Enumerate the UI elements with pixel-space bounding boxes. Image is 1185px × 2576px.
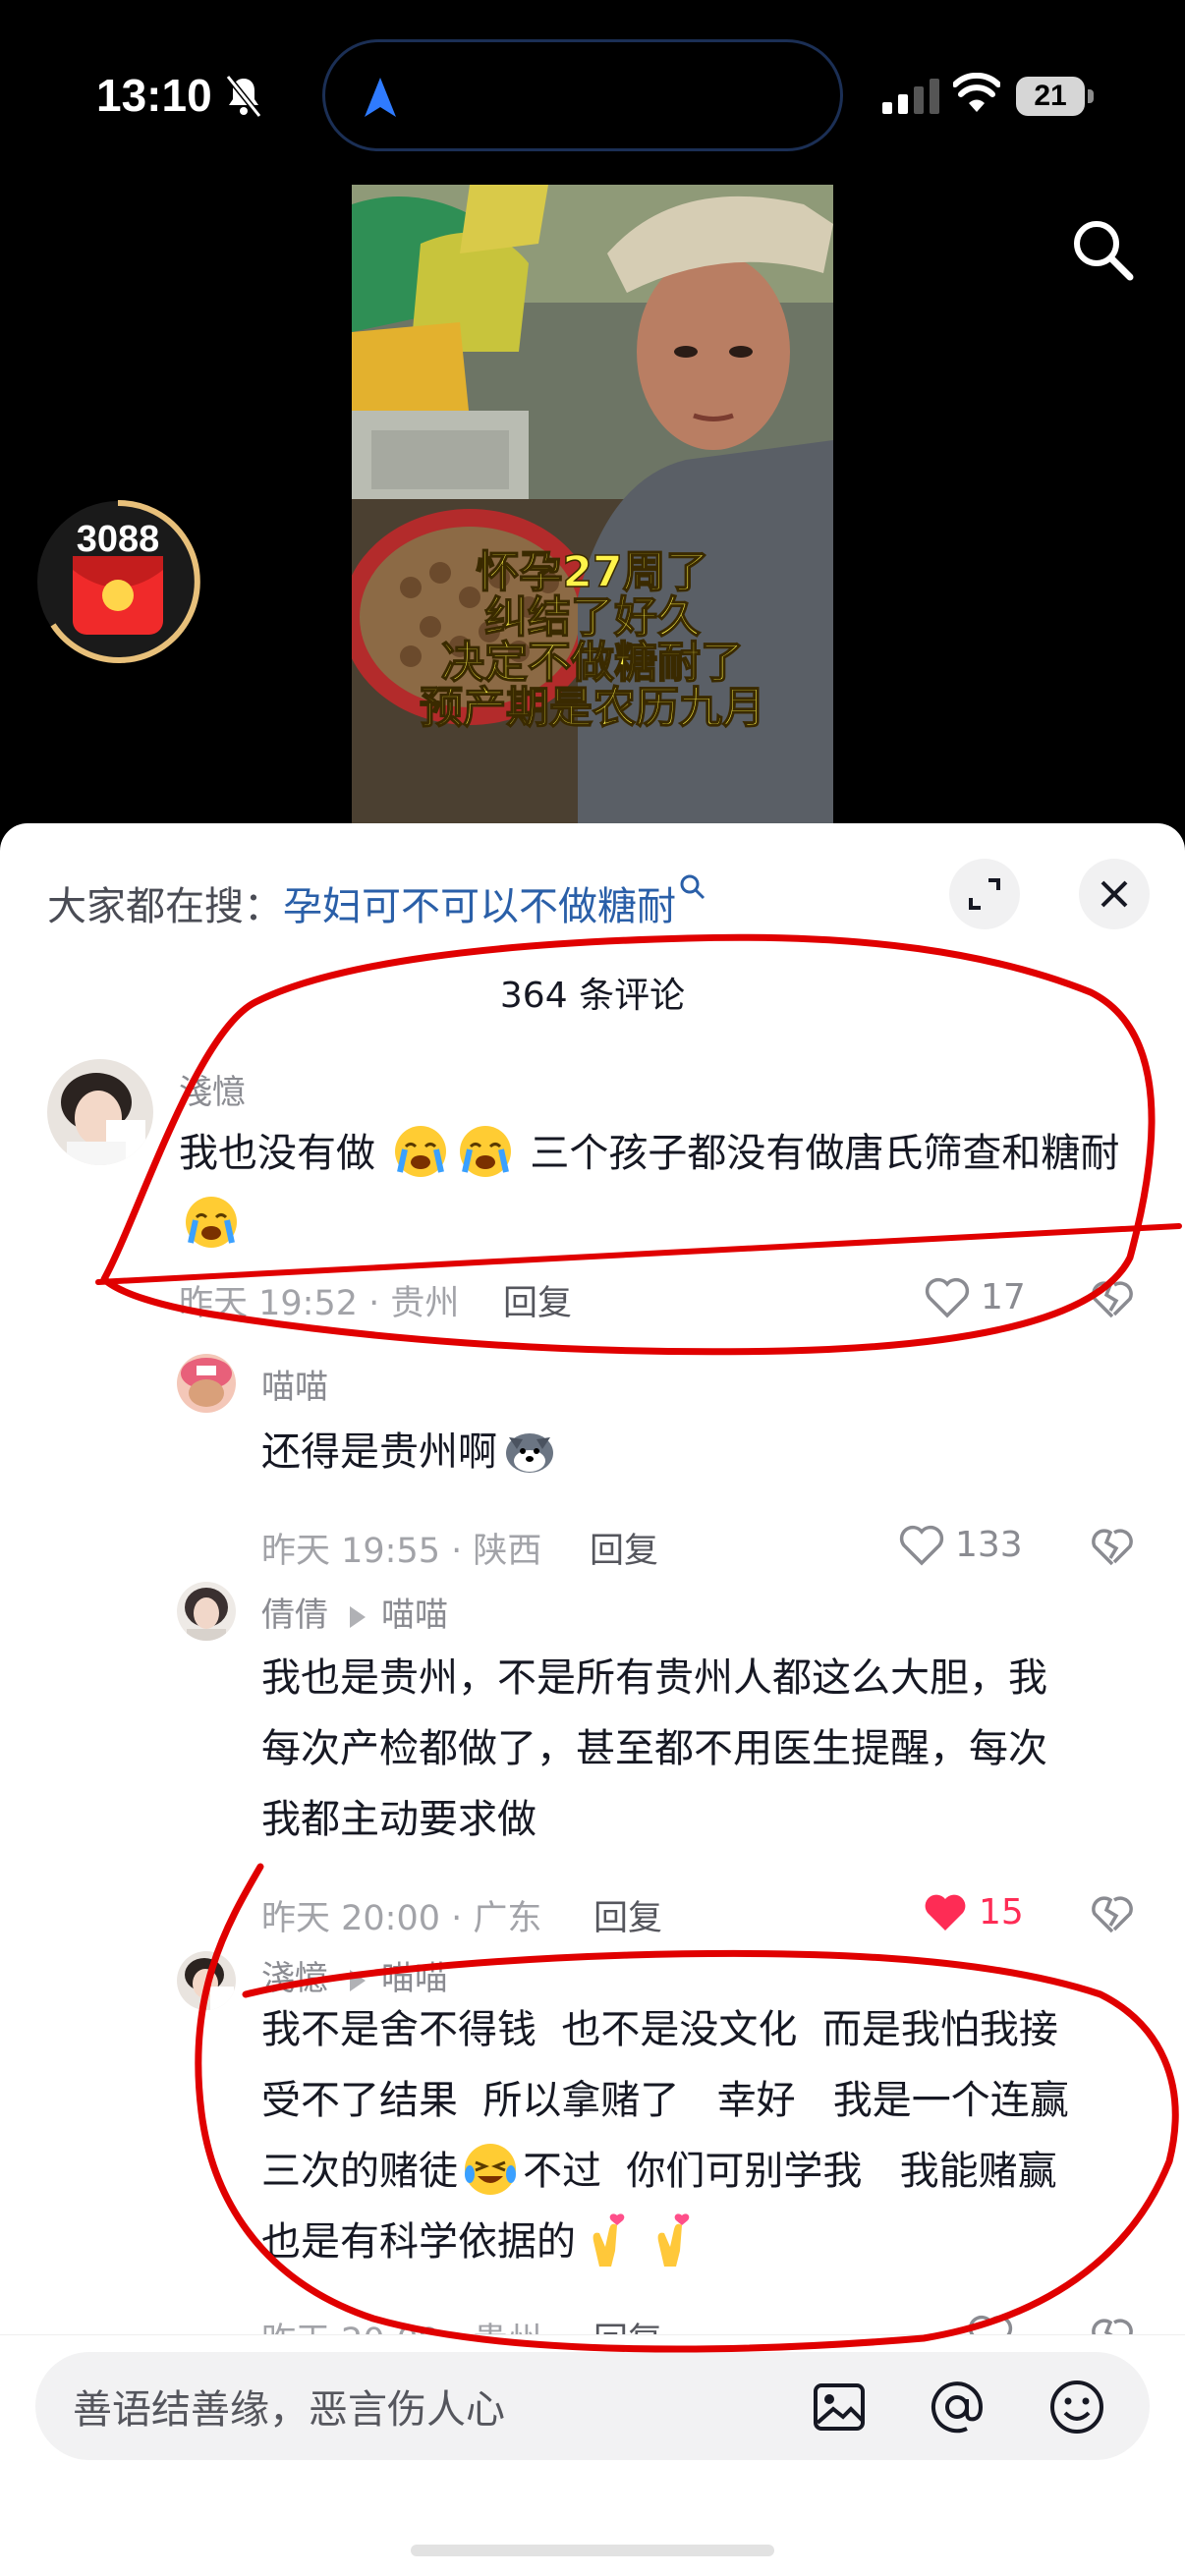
video-caption: 怀孕27周了 纠结了好久 决定不做糖耐了 预产期是农历九月	[352, 547, 833, 733]
like-count: 15	[979, 1892, 1024, 1932]
husky-emoji-icon	[506, 1433, 553, 1473]
comment-input[interactable]: 善语结善缘，恶言伤人心	[35, 2352, 1150, 2460]
comment-username[interactable]: 喵喵	[261, 1360, 328, 1408]
comment-text-part: 也是有科学依据的	[261, 2219, 576, 2265]
status-time: 13:10	[96, 70, 212, 121]
emoji-icon[interactable]	[1047, 2378, 1106, 2436]
caption-line-3: 决定不做糖耐了	[440, 638, 745, 688]
avatar[interactable]	[177, 1951, 236, 2010]
image-icon[interactable]	[810, 2378, 869, 2436]
avatar-image	[177, 1951, 236, 2010]
search-suggestion-prefix: 大家都在搜：	[47, 884, 283, 929]
comment-username-text[interactable]: 淺憶	[261, 1959, 328, 1998]
battery-level: 21	[1016, 77, 1085, 116]
comment-line: 三次的赌徒 不过 你们可别学我 我能赌赢	[261, 2136, 1165, 2207]
comment-text-part: 不过 你们可别学我 我能赌赢	[523, 2149, 1057, 2194]
heart-icon[interactable]	[898, 1523, 945, 1566]
finger-heart-emoji-icon	[592, 2213, 625, 2267]
broken-heart-icon[interactable]	[1089, 1275, 1136, 1320]
expand-button[interactable]	[949, 859, 1020, 929]
comment-line: 我不是舍不得钱 也不是没文化 而是我怕我接	[261, 2007, 1058, 2052]
status-bar: 13:10 21	[0, 0, 1185, 187]
comment-text-part: 三个孩子都没有做唐氏筛查和糖耐	[517, 1131, 1120, 1176]
heart-icon[interactable]	[924, 1275, 971, 1318]
small-search-icon	[680, 874, 705, 900]
home-indicator	[411, 2545, 774, 2556]
signal-icon	[882, 79, 939, 114]
bell-off-icon	[225, 75, 262, 118]
caption-line-2: 纠结了好久	[483, 592, 702, 643]
navigation-arrow-icon	[365, 78, 396, 117]
comment-username: 倩倩 喵喵	[261, 1588, 448, 1636]
battery-icon: 21	[1016, 77, 1095, 116]
broken-heart-icon[interactable]	[1089, 1890, 1136, 1935]
like-count: 17	[981, 1277, 1026, 1317]
comment-meta: 昨天 19:55 · 陕西	[261, 1532, 542, 1571]
comment-line: 每次产检都做了，甚至都不用医生提醒，每次	[261, 1726, 1047, 1771]
finger-heart-emoji-icon	[657, 2213, 690, 2267]
heart-filled-icon[interactable]	[922, 1890, 969, 1933]
close-button[interactable]	[1079, 859, 1150, 929]
expand-icon	[969, 878, 1000, 910]
avatar-image	[177, 1354, 236, 1413]
comment-count: 364 条评论	[499, 976, 686, 1016]
comment-input-placeholder: 善语结善缘，恶言伤人心	[73, 2387, 505, 2433]
comment-text-part: 三次的赌徒	[261, 2149, 458, 2194]
caption-line-4: 预产期是农历九月	[419, 683, 766, 733]
close-icon	[1100, 880, 1128, 908]
comment-username: 淺憶 喵喵	[261, 1951, 448, 1999]
reply-button[interactable]: 回复	[503, 1275, 572, 1325]
comment-text: 我不是舍不得钱 也不是没文化 而是我怕我接 受不了结果 所以拿赌了 幸好 我是一…	[261, 1994, 1165, 2277]
at-mention-icon[interactable]	[928, 2378, 987, 2436]
crying-emoji-icon	[186, 1197, 237, 1248]
wifi-icon	[953, 73, 1000, 112]
reply-arrow-icon	[350, 1605, 366, 1628]
comment-username[interactable]: 淺憶	[179, 1065, 246, 1113]
reply-button[interactable]: 回复	[593, 1890, 662, 1940]
like-count: 133	[955, 1525, 1023, 1565]
comment-text: 还得是贵州啊	[261, 1417, 1126, 1487]
comment-sheet: 大家都在搜：孕妇可不可以不做糖耐 364 条评论 淺憶 我也没有做 三个孩子都没…	[0, 823, 1185, 2576]
broken-heart-icon[interactable]	[1089, 1523, 1136, 1568]
comment-username-text[interactable]: 倩倩	[261, 1596, 328, 1635]
battery-tip	[1088, 89, 1094, 103]
reply-target-username[interactable]: 喵喵	[381, 1959, 448, 1998]
crying-emoji-icon	[459, 1126, 511, 1177]
caption-line-1: 怀孕27周了	[476, 547, 710, 597]
crying-laughing-emoji-icon	[465, 2144, 516, 2195]
comment-line: 受不了结果 所以拿赌了 幸好 我是一个连赢	[261, 2078, 1069, 2123]
red-packet-count: 3088	[76, 519, 160, 560]
reply-target-username[interactable]: 喵喵	[381, 1596, 448, 1635]
reply-arrow-icon	[350, 1969, 366, 1991]
comment-text: 我也是贵州，不是所有贵州人都这么大胆，我 每次产检都做了，甚至都不用医生提醒，每…	[261, 1643, 1146, 1855]
avatar-image	[47, 1059, 153, 1165]
avatar-image	[177, 1582, 236, 1641]
avatar[interactable]	[177, 1582, 236, 1641]
comment-meta: 昨天 19:52 · 贵州	[179, 1284, 460, 1323]
comment-text: 我也没有做 三个孩子都没有做唐氏筛查和糖耐	[179, 1118, 1122, 1260]
crying-emoji-icon	[394, 1126, 446, 1177]
avatar[interactable]	[177, 1354, 236, 1413]
comment-text-part: 还得是贵州啊	[261, 1429, 497, 1475]
search-suggestion-term[interactable]: 孕妇可不可以不做糖耐	[283, 884, 676, 929]
comment-meta: 昨天 20:00 · 广东	[261, 1899, 542, 1938]
comment-text-part: 我也没有做	[179, 1131, 388, 1176]
comment-line: 我都主动要求做	[261, 1797, 536, 1842]
avatar[interactable]	[47, 1059, 153, 1165]
video-player[interactable]: 怀孕27周了 纠结了好久 决定不做糖耐了 预产期是农历九月	[352, 185, 833, 823]
comment-line: 我也是贵州，不是所有贵州人都这么大胆，我	[261, 1655, 1047, 1701]
comment-line: 也是有科学依据的	[261, 2207, 1165, 2277]
dynamic-island[interactable]	[322, 39, 843, 151]
reply-button[interactable]: 回复	[590, 1523, 658, 1573]
search-icon[interactable]	[1067, 214, 1138, 285]
search-suggestion[interactable]: 大家都在搜：孕妇可不可以不做糖耐	[47, 874, 707, 931]
